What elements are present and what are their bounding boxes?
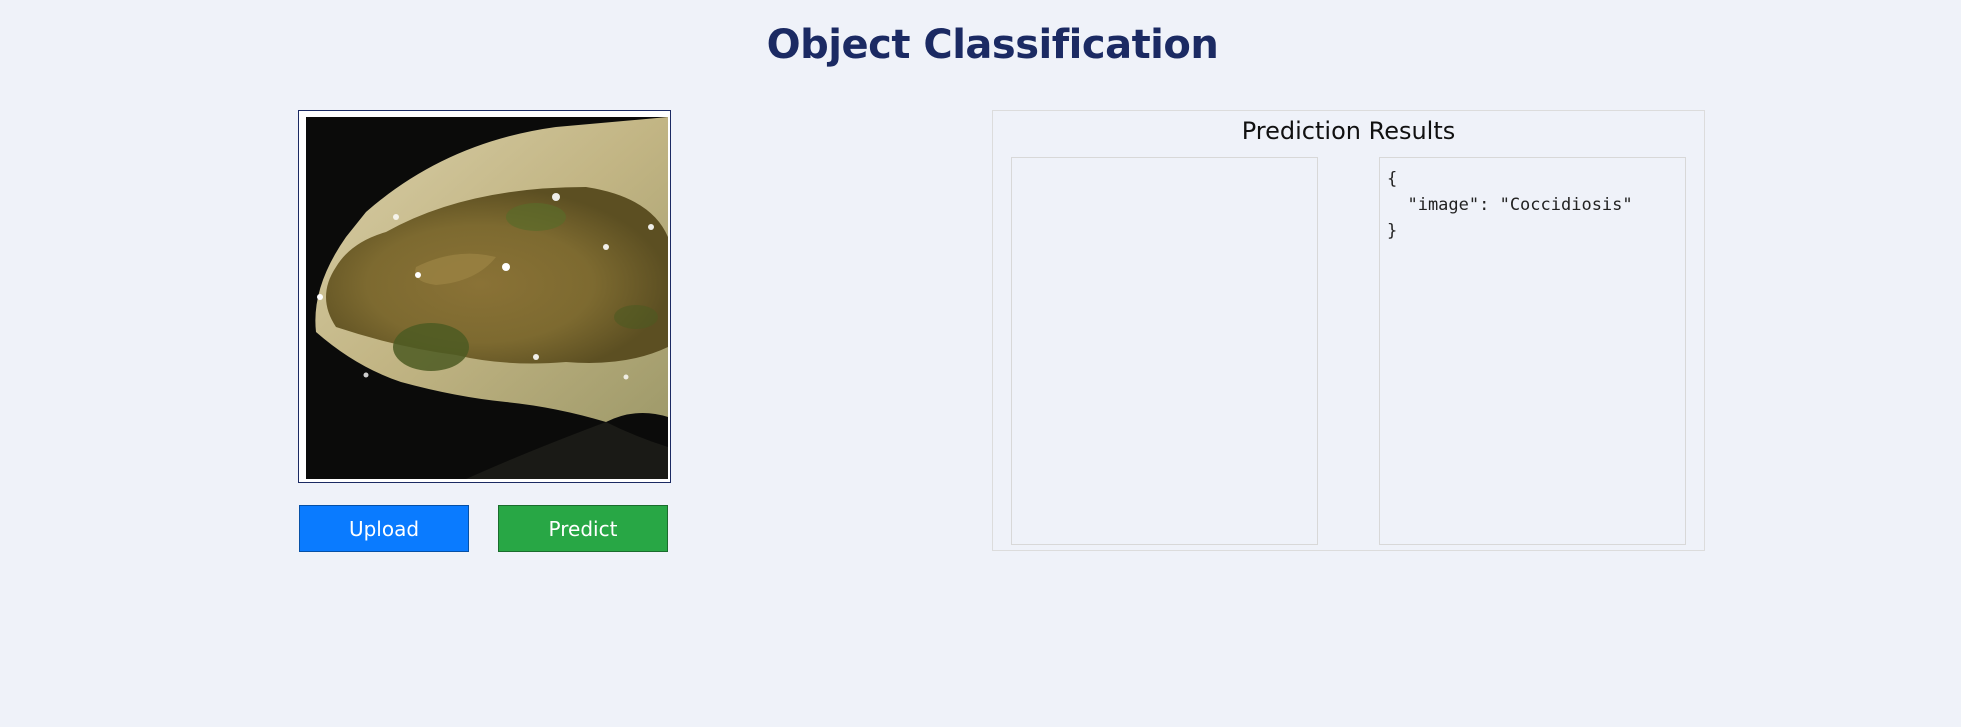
predict-button[interactable]: Predict — [498, 505, 668, 552]
sample-photo — [306, 117, 668, 479]
results-json-box: { "image": "Coccidiosis" } — [1379, 157, 1686, 545]
page-title: Object Classification — [766, 22, 1219, 68]
results-title: Prediction Results — [1241, 117, 1456, 145]
json-output: { "image": "Coccidiosis" } — [1387, 169, 1633, 241]
results-image-box — [1011, 157, 1318, 545]
upload-button[interactable]: Upload — [299, 505, 469, 552]
prediction-results-panel: Prediction Results { "image": "Coccidios… — [992, 110, 1705, 551]
uploaded-image-preview — [298, 110, 671, 483]
